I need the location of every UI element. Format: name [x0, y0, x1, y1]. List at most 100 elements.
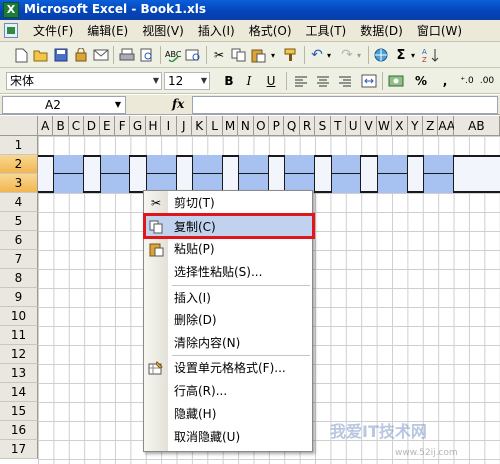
column-header[interactable]: AB [453, 116, 500, 136]
menu-file[interactable]: 文件(F) [26, 23, 80, 39]
save-icon[interactable] [52, 46, 70, 64]
row-header[interactable]: 3 [0, 174, 38, 193]
menu-format-cells[interactable]: 设置单元格格式(F)... [144, 357, 312, 379]
email-icon[interactable] [92, 46, 110, 64]
align-center-icon[interactable] [314, 72, 332, 90]
increase-decimal-icon[interactable]: ⁺.0 [458, 72, 476, 90]
copy-icon[interactable] [230, 46, 248, 64]
insert-function-button[interactable]: fx [172, 97, 184, 111]
menu-view[interactable]: 视图(V) [135, 23, 191, 39]
column-header[interactable]: AA [438, 116, 455, 136]
row-header[interactable]: 10 [0, 307, 38, 326]
column-header[interactable]: N [238, 116, 254, 136]
italic-button[interactable]: I [240, 72, 258, 90]
row-header[interactable]: 17 [0, 440, 38, 459]
column-header[interactable]: X [392, 116, 408, 136]
format-painter-icon[interactable] [282, 46, 300, 64]
menu-delete-row[interactable]: 删除(D) [144, 309, 312, 331]
align-right-icon[interactable] [336, 72, 354, 90]
row-header[interactable]: 15 [0, 402, 38, 421]
menu-tools[interactable]: 工具(T) [299, 23, 354, 39]
redo-dropdown-icon[interactable]: ▾ [354, 46, 364, 64]
menu-format[interactable]: 格式(O) [242, 23, 299, 39]
column-header[interactable]: G [130, 116, 146, 136]
menu-clear-contents[interactable]: 清除内容(N) [144, 332, 312, 354]
column-header[interactable]: D [84, 116, 100, 136]
open-folder-icon[interactable] [32, 46, 50, 64]
menu-paste-special[interactable]: 选择性粘贴(S)... [144, 261, 312, 283]
selected-cell-block[interactable] [238, 155, 269, 193]
selected-cell-block[interactable] [330, 155, 362, 193]
menu-window[interactable]: 窗口(W) [410, 23, 469, 39]
workbook-icon[interactable] [4, 23, 18, 38]
menu-unhide[interactable]: 取消隐藏(U) [144, 426, 312, 448]
autosum-dropdown-icon[interactable]: ▾ [408, 46, 418, 64]
menu-cut[interactable]: ✂ 剪切(T) [144, 192, 312, 214]
row-header[interactable]: 1 [0, 136, 38, 155]
menu-copy[interactable]: 复制(C) [143, 215, 313, 239]
name-box[interactable]: A2 ▼ [2, 96, 126, 114]
menu-insert-row[interactable]: 插入(I) [144, 287, 312, 309]
permission-icon[interactable] [72, 46, 90, 64]
cut-icon[interactable]: ✂ [210, 46, 228, 64]
column-header[interactable]: O [253, 116, 269, 136]
selected-cell-block[interactable] [53, 155, 85, 193]
currency-icon[interactable] [388, 72, 406, 90]
menu-edit[interactable]: 编辑(E) [80, 23, 135, 39]
row-header[interactable]: 4 [0, 193, 38, 212]
spelling-icon[interactable]: ABC [164, 46, 182, 64]
select-all-corner[interactable] [0, 116, 38, 136]
column-header[interactable]: P [269, 116, 285, 136]
column-header[interactable]: S [315, 116, 331, 136]
menu-paste[interactable]: 粘贴(P) [144, 238, 312, 260]
column-header[interactable]: I [161, 116, 177, 136]
selected-cell-block[interactable] [99, 155, 131, 193]
column-header[interactable]: J [176, 116, 192, 136]
row-header[interactable]: 9 [0, 288, 38, 307]
print-icon[interactable] [118, 46, 136, 64]
row-header[interactable]: 7 [0, 250, 38, 269]
column-header[interactable]: V [361, 116, 377, 136]
row-header[interactable]: 12 [0, 345, 38, 364]
column-header[interactable]: R [299, 116, 316, 136]
percent-button[interactable]: % [412, 72, 430, 90]
hyperlink-icon[interactable] [372, 46, 390, 64]
decrease-decimal-icon[interactable]: .00 [478, 72, 496, 90]
menu-hide[interactable]: 隐藏(H) [144, 403, 312, 425]
formula-input[interactable] [192, 96, 498, 114]
underline-button[interactable]: U [262, 72, 280, 90]
row-header[interactable]: 16 [0, 421, 38, 440]
menu-insert[interactable]: 插入(I) [191, 23, 242, 39]
column-header[interactable]: A [38, 116, 54, 136]
column-header[interactable]: C [68, 116, 85, 136]
column-header[interactable]: T [330, 116, 346, 136]
column-header[interactable]: L [207, 116, 223, 136]
comma-style-button[interactable]: , [436, 72, 454, 90]
column-header[interactable]: B [53, 116, 69, 136]
merge-center-icon[interactable] [360, 72, 378, 90]
paste-icon[interactable] [250, 46, 268, 64]
row-header[interactable]: 8 [0, 269, 38, 288]
selected-cell-block[interactable] [284, 155, 316, 193]
selected-cell-block[interactable] [145, 155, 177, 193]
column-header[interactable]: F [115, 116, 131, 136]
column-header[interactable]: Z [423, 116, 439, 136]
column-header[interactable]: Q [284, 116, 300, 136]
align-left-icon[interactable] [292, 72, 310, 90]
selected-cell-block[interactable] [423, 155, 454, 193]
row-header[interactable]: 2 [0, 155, 38, 174]
sort-ascending-icon[interactable]: AZ [422, 46, 440, 64]
column-header[interactable]: K [192, 116, 208, 136]
row-header[interactable]: 6 [0, 231, 38, 250]
paste-dropdown-icon[interactable]: ▾ [268, 46, 278, 64]
column-header[interactable]: Y [407, 116, 423, 136]
row-header[interactable]: 5 [0, 212, 38, 231]
row-header[interactable]: 14 [0, 383, 38, 402]
undo-dropdown-icon[interactable]: ▾ [324, 46, 334, 64]
row-header[interactable]: 13 [0, 364, 38, 383]
column-header[interactable]: M [222, 116, 239, 136]
column-header[interactable]: W [376, 116, 393, 136]
selected-cell-block[interactable] [192, 155, 223, 193]
column-header[interactable]: H [145, 116, 162, 136]
menu-data[interactable]: 数据(D) [353, 23, 410, 39]
